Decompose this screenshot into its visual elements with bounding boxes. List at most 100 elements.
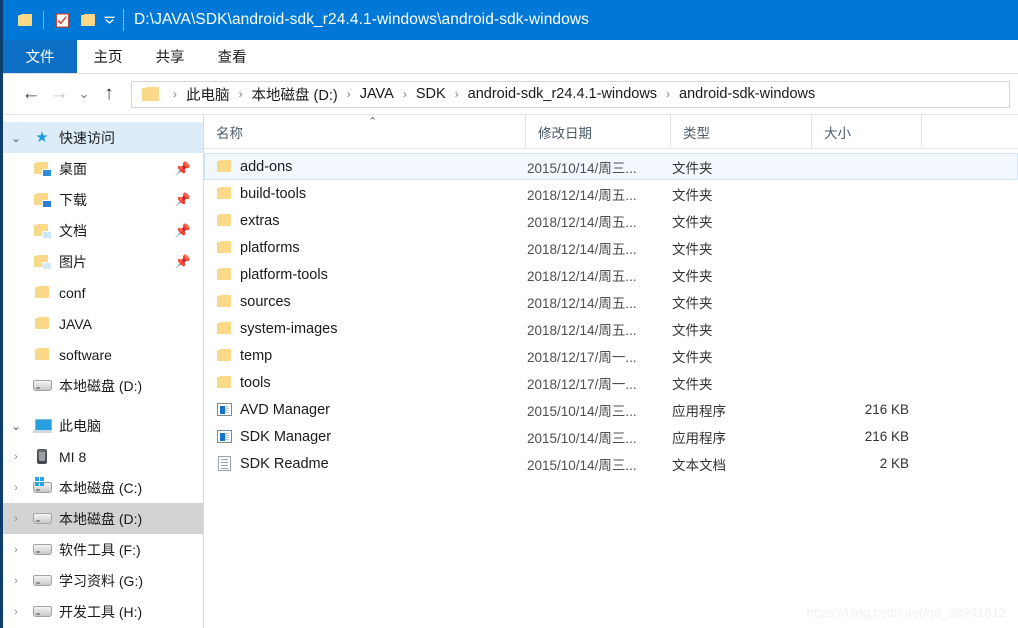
table-row[interactable]: extras 2018/12/14/周五... 文件夹 <box>204 207 1018 234</box>
table-row[interactable]: build-tools 2018/12/14/周五... 文件夹 <box>204 180 1018 207</box>
breadcrumb-separator: › <box>666 87 671 101</box>
breadcrumb-item-2[interactable]: JAVA <box>358 86 396 102</box>
breadcrumb-item-3[interactable]: SDK <box>414 86 448 102</box>
file-list-pane: 名称 ⌃ 修改日期 类型 大小 add-ons 2015/10/14/周三...… <box>204 115 1018 628</box>
breadcrumb-item-1[interactable]: 本地磁盘 (D:) <box>250 84 340 105</box>
breadcrumb-item-4[interactable]: android-sdk_r24.4.1-windows <box>466 86 659 102</box>
tab-share[interactable]: 共享 <box>139 40 201 73</box>
sidebar-item-study-materials-g[interactable]: › 学习资料 (G:) <box>3 565 203 596</box>
table-row[interactable]: SDK Readme 2015/10/14/周三... 文本文档 2 KB <box>204 450 1018 477</box>
breadcrumb-separator: › <box>238 87 243 101</box>
tab-home[interactable]: 主页 <box>77 40 139 73</box>
sidebar-group-quick-access[interactable]: ⌄ ★ 快速访问 <box>3 122 203 153</box>
sidebar-item-downloads[interactable]: 下载 📌 <box>3 184 203 215</box>
folder-icon <box>29 286 55 299</box>
up-button[interactable]: ↑ <box>95 80 123 108</box>
column-header-label: 大小 <box>824 125 851 141</box>
file-date: 2018/12/14/周五... <box>527 295 637 311</box>
pin-icon[interactable]: 📌 <box>175 192 191 208</box>
properties-icon[interactable] <box>49 7 75 33</box>
sidebar-group-this-pc[interactable]: ⌄ 此电脑 <box>3 410 203 441</box>
chevron-down-icon[interactable] <box>101 12 117 28</box>
table-row[interactable]: add-ons 2015/10/14/周三... 文件夹 <box>204 153 1018 180</box>
sidebar-item-desktop[interactable]: 桌面 📌 <box>3 153 203 184</box>
table-row[interactable]: platforms 2018/12/14/周五... 文件夹 <box>204 234 1018 261</box>
sidebar-item-pictures[interactable]: 图片 📌 <box>3 246 203 277</box>
recent-locations-icon[interactable]: ⌄ <box>73 80 95 108</box>
folder-icon <box>29 348 55 361</box>
breadcrumb-separator: › <box>402 87 407 101</box>
column-header-name[interactable]: 名称 ⌃ <box>204 115 526 148</box>
column-header-date[interactable]: 修改日期 <box>526 115 671 148</box>
new-folder-icon[interactable] <box>75 7 101 33</box>
breadcrumb-item-5[interactable]: android-sdk-windows <box>677 86 817 102</box>
sidebar-item-label: MI 8 <box>59 448 87 465</box>
table-row[interactable]: platform-tools 2018/12/14/周五... 文件夹 <box>204 261 1018 288</box>
tab-file[interactable]: 文件 <box>3 40 77 73</box>
table-row[interactable]: SDK Manager 2015/10/14/周三... 应用程序 216 KB <box>204 423 1018 450</box>
breadcrumb-separator: › <box>173 87 177 101</box>
sidebar-item-java[interactable]: JAVA <box>3 308 203 339</box>
file-date: 2018/12/14/周五... <box>527 322 637 338</box>
file-name-cell: platforms <box>205 240 527 256</box>
chevron-right-icon[interactable]: › <box>3 544 29 556</box>
file-date: 2015/10/14/周三... <box>527 430 637 446</box>
breadcrumb[interactable]: › 此电脑 › 本地磁盘 (D:) › JAVA › SDK › android… <box>131 80 1010 108</box>
ribbon-tab-bar: 文件 主页 共享 查看 <box>3 40 1018 74</box>
chevron-right-icon[interactable]: › <box>3 482 29 494</box>
table-row[interactable]: tools 2018/12/17/周一... 文件夹 <box>204 369 1018 396</box>
folder-icon <box>211 349 237 362</box>
pin-icon[interactable]: 📌 <box>175 254 191 270</box>
file-name: AVD Manager <box>240 401 330 418</box>
window-title-path: D:\JAVA\SDK\android-sdk_r24.4.1-windows\… <box>134 11 590 28</box>
pictures-folder-icon <box>29 254 55 270</box>
table-row[interactable]: temp 2018/12/17/周一... 文件夹 <box>204 342 1018 369</box>
chevron-down-icon[interactable]: ⌄ <box>3 131 29 145</box>
sidebar-item-conf[interactable]: conf <box>3 277 203 308</box>
chevron-right-icon[interactable]: › <box>3 513 29 525</box>
sidebar-item-mi-8[interactable]: › MI 8 <box>3 441 203 472</box>
chevron-right-icon[interactable]: › <box>3 575 29 587</box>
exe-icon <box>211 403 237 416</box>
watermark: https://blog.csdn.net/qq_38941812 <box>806 605 1007 620</box>
table-row[interactable]: sources 2018/12/14/周五... 文件夹 <box>204 288 1018 315</box>
sidebar-item-local-disk-d[interactable]: › 本地磁盘 (D:) <box>3 503 203 534</box>
forward-button[interactable]: → <box>45 80 73 108</box>
column-header-type[interactable]: 类型 <box>671 115 812 148</box>
file-name: platform-tools <box>240 266 328 283</box>
file-type: 文件夹 <box>672 214 713 230</box>
sidebar-item-local-disk-d-quick[interactable]: 本地磁盘 (D:) <box>3 370 203 401</box>
chevron-down-icon[interactable]: ⌄ <box>3 419 29 433</box>
phone-icon <box>29 449 55 464</box>
table-row[interactable]: AVD Manager 2015/10/14/周三... 应用程序 216 KB <box>204 396 1018 423</box>
drive-icon <box>29 606 55 617</box>
sidebar-item-documents[interactable]: 文档 📌 <box>3 215 203 246</box>
file-name: extras <box>240 212 280 229</box>
sidebar-item-label: JAVA <box>59 315 92 332</box>
sidebar-item-local-disk-c[interactable]: › 本地磁盘 (C:) <box>3 472 203 503</box>
sidebar-item-software-tools-f[interactable]: › 软件工具 (F:) <box>3 534 203 565</box>
table-row[interactable]: system-images 2018/12/14/周五... 文件夹 <box>204 315 1018 342</box>
txt-icon <box>211 456 237 471</box>
back-button[interactable]: ← <box>17 80 45 108</box>
chevron-right-icon[interactable]: › <box>3 451 29 463</box>
tab-view[interactable]: 查看 <box>201 40 263 73</box>
pin-icon[interactable]: 📌 <box>175 223 191 239</box>
drive-icon <box>29 575 55 586</box>
column-header-label: 名称 <box>216 125 243 141</box>
file-size: 2 KB <box>879 456 909 471</box>
file-type: 文件夹 <box>672 322 713 338</box>
breadcrumb-separator: › <box>346 87 351 101</box>
sidebar-item-label: 下载 <box>59 191 87 208</box>
sidebar-item-software[interactable]: software <box>3 339 203 370</box>
chevron-right-icon[interactable]: › <box>3 606 29 618</box>
file-date: 2015/10/14/周三... <box>527 160 637 176</box>
breadcrumb-item-0[interactable]: 此电脑 <box>184 84 232 105</box>
folder-icon[interactable] <box>12 7 38 33</box>
drive-icon <box>29 513 55 524</box>
pin-icon[interactable]: 📌 <box>175 161 191 177</box>
sidebar-item-dev-tools-h[interactable]: › 开发工具 (H:) <box>3 596 203 627</box>
title-bar: D:\JAVA\SDK\android-sdk_r24.4.1-windows\… <box>3 0 1018 40</box>
column-header-size[interactable]: 大小 <box>812 115 922 148</box>
file-name-cell: extras <box>205 213 527 229</box>
